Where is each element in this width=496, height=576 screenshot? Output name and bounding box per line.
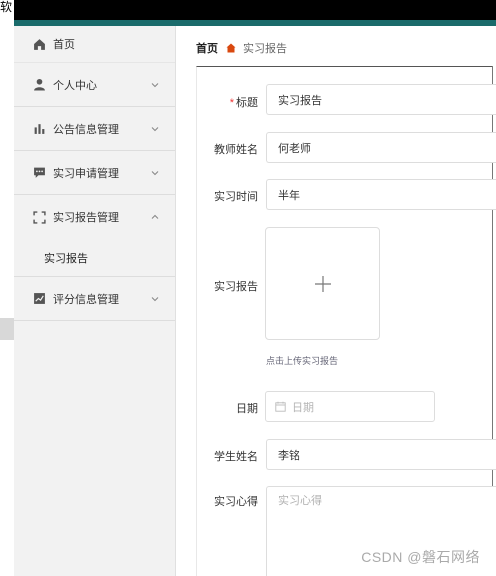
message-icon: [32, 166, 46, 180]
chevron-down-icon: [151, 295, 159, 303]
sidebar-item-report-management[interactable]: 实习报告管理: [14, 195, 175, 239]
required-mark: *: [229, 97, 234, 109]
window-title-fragment: 软: [0, 0, 14, 20]
student-label: 学生姓名: [214, 451, 258, 463]
title-bar: 软: [0, 0, 496, 20]
plus-icon: [314, 275, 332, 293]
breadcrumb: 首页 实习报告: [196, 37, 287, 59]
sidebar-item-label: 评分信息管理: [53, 293, 119, 306]
title-label: * 标题: [196, 94, 258, 110]
fullscreen-icon: [32, 210, 46, 224]
line-chart-icon: [32, 292, 46, 306]
sidebar-item-label: 个人中心: [53, 79, 97, 92]
sidebar-item-label: 实习申请管理: [53, 167, 119, 180]
breadcrumb-current: 实习报告: [243, 43, 287, 55]
person-icon: [32, 78, 46, 92]
chevron-up-icon: [151, 213, 159, 221]
house-icon: [226, 43, 236, 53]
title-label-text: 标题: [236, 97, 258, 109]
left-gutter: [0, 26, 14, 576]
chevron-down-icon: [151, 125, 159, 133]
gutter-scroll-block: [0, 318, 14, 340]
teacher-input[interactable]: 何老师: [266, 132, 496, 163]
sidebar: 首页 个人中心 公告信息管理 实习申请管理 实习报告管理 实习报告 评分信息管理: [14, 26, 176, 576]
chevron-down-icon: [151, 169, 159, 177]
chevron-down-icon: [151, 81, 159, 89]
teacher-label: 教师姓名: [214, 144, 258, 156]
date-label: 日期: [236, 403, 258, 415]
duration-label: 实习时间: [214, 191, 258, 203]
watermark: CSDN @磐石网络: [361, 549, 480, 565]
date-picker[interactable]: 日期: [265, 391, 435, 422]
date-placeholder: 日期: [292, 401, 314, 414]
sidebar-item-label: 实习报告管理: [53, 212, 119, 224]
upload-hint: 点击上传实习报告: [266, 356, 339, 366]
reflection-label: 实习心得: [214, 496, 258, 508]
bar-chart-icon: [32, 122, 46, 136]
sidebar-item-label: 首页: [53, 39, 75, 51]
report-label: 实习报告: [214, 281, 258, 293]
sidebar-item-notice-management[interactable]: 公告信息管理: [14, 107, 175, 151]
duration-input[interactable]: 半年: [266, 179, 496, 210]
student-input[interactable]: 李铭: [266, 439, 496, 470]
title-input[interactable]: 实习报告: [266, 84, 496, 115]
home-icon: [32, 37, 46, 51]
sidebar-item-label: 公告信息管理: [53, 123, 119, 136]
sidebar-item-home[interactable]: 首页: [14, 26, 175, 63]
sidebar-item-score-management[interactable]: 评分信息管理: [14, 277, 175, 321]
calendar-icon: [275, 401, 286, 412]
report-upload-button[interactable]: [265, 227, 380, 340]
sidebar-subitem-report[interactable]: 实习报告: [14, 239, 175, 277]
sidebar-item-application-management[interactable]: 实习申请管理: [14, 151, 175, 195]
sidebar-item-personal-center[interactable]: 个人中心: [14, 63, 175, 107]
breadcrumb-home[interactable]: 首页: [196, 40, 218, 56]
